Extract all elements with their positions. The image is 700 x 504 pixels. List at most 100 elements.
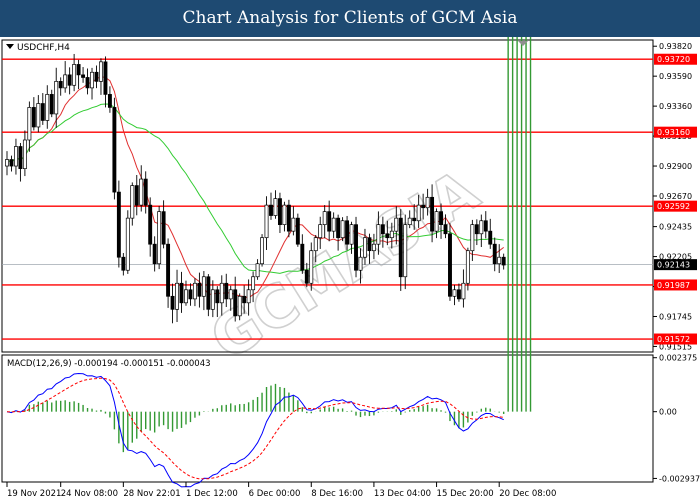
candle-body xyxy=(277,198,282,226)
time-tick-label: 13 Dec 04:00 xyxy=(374,489,431,499)
candle-body xyxy=(13,146,18,167)
candle-body xyxy=(58,81,63,89)
candle-body xyxy=(488,230,493,245)
candle-body xyxy=(470,224,475,252)
candle-body xyxy=(201,276,206,297)
candle-body xyxy=(425,196,430,209)
level-price-label: 0.93160 xyxy=(657,128,690,137)
candle-body xyxy=(67,74,72,86)
candle-body xyxy=(282,204,287,226)
price-tick-label: 0.93360 xyxy=(659,102,692,111)
candle-body xyxy=(331,217,336,232)
candle-body xyxy=(430,196,435,232)
time-tick-label: 15 Dec 20:00 xyxy=(437,489,494,499)
candle-body xyxy=(501,256,506,266)
chart-area: GCMASIA 0.938200.935900.933600.931300.92… xyxy=(0,37,700,500)
candle-body xyxy=(215,289,220,304)
candle-body xyxy=(439,211,443,226)
price-tick-label: 0.93590 xyxy=(659,72,692,81)
candle-body xyxy=(336,217,341,239)
candle-body xyxy=(103,61,108,95)
candle-body xyxy=(260,237,265,265)
candle-body xyxy=(367,237,372,252)
time-tick-label: 20 Dec 08:00 xyxy=(499,489,556,499)
candle-body xyxy=(192,282,197,300)
candle-body xyxy=(228,289,233,300)
candle-body xyxy=(434,211,439,232)
level-price-label: 0.93720 xyxy=(657,55,690,64)
candle-body xyxy=(197,282,202,297)
candle-body xyxy=(161,211,166,245)
candle-body xyxy=(479,220,484,235)
candle-body xyxy=(483,220,488,232)
candle-body xyxy=(273,198,278,216)
candle-body xyxy=(139,178,144,206)
candle-body xyxy=(492,243,497,265)
candle-body xyxy=(125,217,130,271)
price-tick-label: 0.91745 xyxy=(659,312,692,321)
candle-body xyxy=(152,243,157,265)
candle-body xyxy=(304,269,309,284)
candle-body xyxy=(269,204,273,216)
candle-body xyxy=(358,256,363,271)
current-price-label: 0.92143 xyxy=(657,261,690,270)
candle-body xyxy=(465,250,470,284)
candle-body xyxy=(398,217,403,278)
macd-tick-label: 0.00 xyxy=(659,408,677,417)
level-price-label: 0.91987 xyxy=(657,281,690,290)
candle-body xyxy=(45,94,50,121)
chart-svg: GCMASIA 0.938200.935900.933600.931300.92… xyxy=(0,37,700,500)
candle-body xyxy=(9,159,14,167)
candle-body xyxy=(121,256,126,271)
candle-body xyxy=(107,94,112,108)
candle-body xyxy=(394,217,399,232)
candle-body xyxy=(134,185,139,206)
macd-label: MACD(12,26,9) -0.000194 -0.000151 -0.000… xyxy=(7,359,211,369)
candle-body xyxy=(206,276,211,310)
candle-body xyxy=(5,159,9,167)
candle-body xyxy=(251,276,256,291)
candle-body xyxy=(49,94,54,115)
candle-body xyxy=(385,233,390,239)
candle-body xyxy=(54,81,59,115)
candle-body xyxy=(255,263,260,278)
candle-body xyxy=(291,217,296,232)
candle-body xyxy=(175,282,179,310)
candle-body xyxy=(313,237,318,252)
candle-body xyxy=(143,178,148,206)
candle-body xyxy=(389,230,394,239)
candle-body xyxy=(407,217,412,226)
price-tick-label: 0.93820 xyxy=(659,42,692,51)
candle-body xyxy=(72,64,77,86)
candle-body xyxy=(188,289,193,300)
time-tick-label: 6 Dec 00:00 xyxy=(249,489,301,499)
candle-body xyxy=(210,289,215,310)
candle-body xyxy=(166,243,171,297)
candle-body xyxy=(412,217,417,222)
candle-body xyxy=(340,220,345,239)
candle-body xyxy=(40,103,45,121)
candle-body xyxy=(184,289,188,304)
candle-body xyxy=(170,295,175,310)
candle-body xyxy=(22,139,27,169)
candle-body xyxy=(380,224,385,235)
candle-body xyxy=(376,224,381,245)
candle-body xyxy=(354,224,358,271)
macd-tick-label: 0.002375 xyxy=(659,354,697,363)
candle-body xyxy=(246,289,251,304)
candle-body xyxy=(309,250,314,284)
price-tick-label: 0.92900 xyxy=(659,162,692,171)
candle-body xyxy=(85,77,90,89)
candle-body xyxy=(116,191,121,258)
candle-body xyxy=(416,204,421,222)
candle-body xyxy=(448,233,452,297)
time-tick-label: 1 Dec 12:00 xyxy=(186,489,238,499)
candle-body xyxy=(295,217,300,245)
candle-body xyxy=(327,211,332,232)
candle-body xyxy=(242,295,247,304)
price-tick-label: 0.92435 xyxy=(659,223,692,232)
candle-body xyxy=(233,289,238,317)
time-tick-label: 19 Nov 2021 xyxy=(7,489,61,499)
candle-body xyxy=(474,224,479,235)
time-tick-label: 24 Nov 08:00 xyxy=(61,489,118,499)
